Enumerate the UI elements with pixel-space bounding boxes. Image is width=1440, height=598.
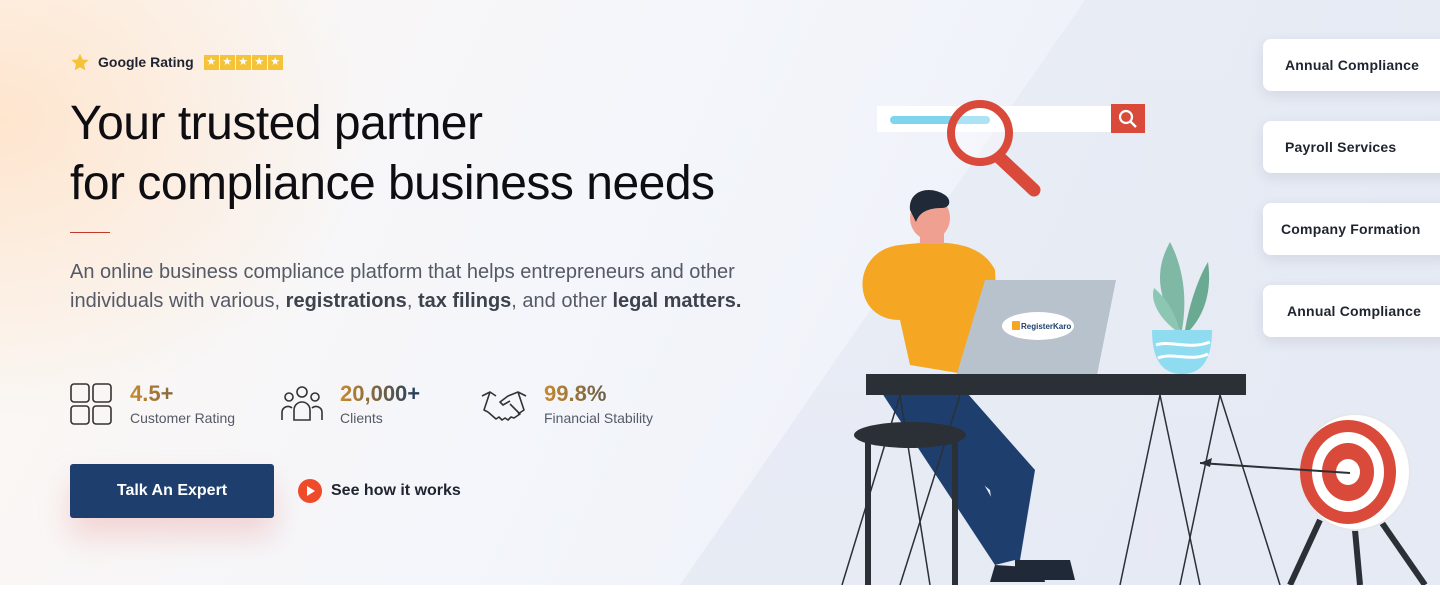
service-tab-payroll-services[interactable]: Payroll Services xyxy=(1263,121,1440,173)
description-bold: legal matters. xyxy=(612,290,742,312)
stat-label: Financial Stability xyxy=(544,410,653,426)
service-tab-label: Annual Compliance xyxy=(1285,57,1420,73)
hero-description: An online business compliance platform t… xyxy=(70,258,760,316)
stat-value: 4.5+ xyxy=(130,382,235,406)
description-text: , and other xyxy=(511,290,613,312)
stat-financial-stability: 99.8% Financial Stability xyxy=(480,382,653,426)
star-icon xyxy=(71,53,89,71)
description-text: , xyxy=(406,290,418,312)
service-tab-company-formation[interactable]: Company Formation xyxy=(1263,203,1440,255)
rating-star-icon: ★ xyxy=(251,54,267,70)
stat-clients: 20,000+ Clients xyxy=(280,382,420,426)
hero-headline: Your trusted partner for compliance busi… xyxy=(70,94,830,214)
service-tab-annual-compliance-2[interactable]: Annual Compliance xyxy=(1263,285,1440,337)
rating-star-icon: ★ xyxy=(219,54,235,70)
headline-divider xyxy=(70,232,110,233)
talk-expert-button[interactable]: Talk An Expert xyxy=(70,464,274,518)
grid-icon xyxy=(70,383,112,425)
service-tab-label: Annual Compliance xyxy=(1287,303,1422,319)
headline-line-2: for compliance business needs xyxy=(70,157,715,210)
play-icon xyxy=(298,479,322,503)
rating-star-icon: ★ xyxy=(203,54,219,70)
headline-line-1: Your trusted partner xyxy=(70,97,483,150)
star-rating-badge: ★ ★ ★ ★ ★ xyxy=(203,54,284,70)
service-tab-annual-compliance[interactable]: Annual Compliance xyxy=(1263,39,1440,91)
description-bold: tax filings xyxy=(417,290,512,312)
stat-label: Customer Rating xyxy=(130,410,236,426)
stat-value: 20,000+ xyxy=(340,381,421,406)
handshake-icon xyxy=(481,391,527,421)
laptop-logo-text: RegisterKaro xyxy=(1021,322,1071,331)
service-tab-label: Payroll Services xyxy=(1285,139,1397,155)
stat-value: 99.8% xyxy=(544,382,653,406)
see-how-it-works-label: See how it works xyxy=(331,482,461,499)
service-tab-label: Company Formation xyxy=(1281,221,1421,237)
description-bold: registrations xyxy=(285,290,407,312)
rating-star-icon: ★ xyxy=(267,54,283,70)
plant-illustration xyxy=(1152,242,1212,374)
see-how-it-works-link[interactable]: See how it works xyxy=(298,479,461,503)
stat-customer-rating: 4.5+ Customer Rating xyxy=(70,382,235,426)
rating-label: Google Rating xyxy=(98,54,194,70)
google-rating: Google Rating ★ ★ ★ ★ ★ xyxy=(70,52,284,72)
users-icon xyxy=(281,386,323,421)
stat-label: Clients xyxy=(340,410,383,426)
rating-star-icon: ★ xyxy=(235,54,251,70)
